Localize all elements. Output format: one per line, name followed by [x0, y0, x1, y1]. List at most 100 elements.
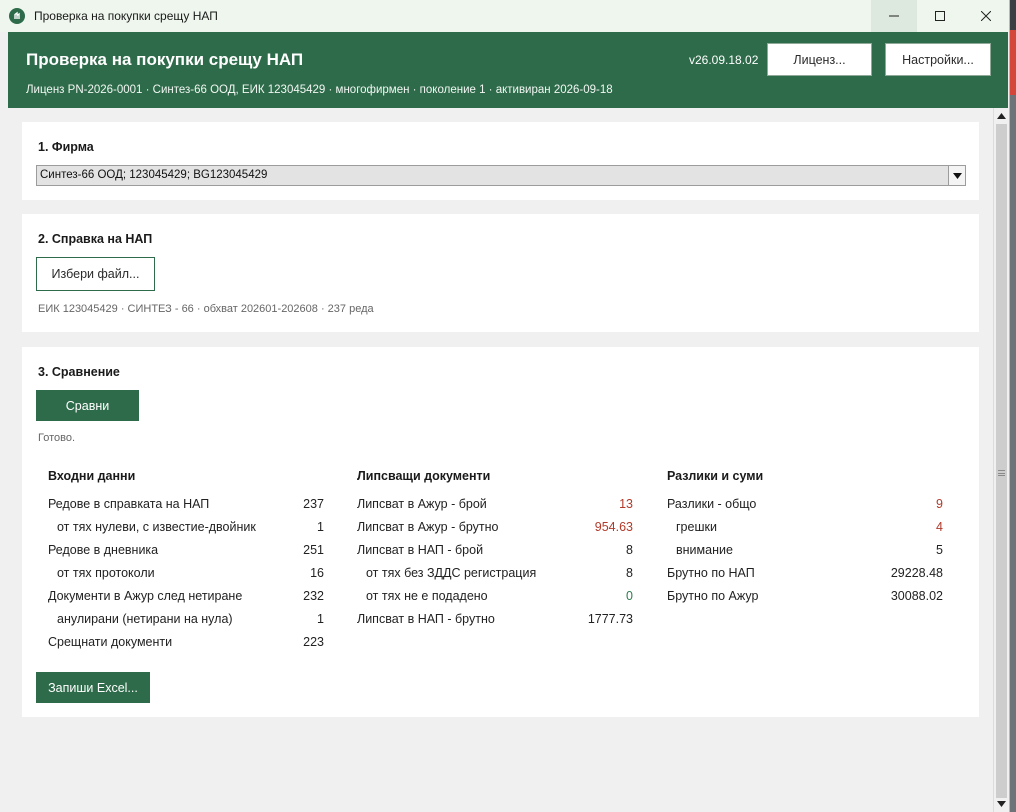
- summary-value: 8: [626, 543, 633, 557]
- close-button[interactable]: [963, 0, 1009, 32]
- arrow-up-icon: [997, 113, 1006, 119]
- save-excel-button[interactable]: Запиши Excel...: [36, 672, 150, 703]
- summary-value: 9: [936, 497, 943, 511]
- arrow-down-icon: [997, 801, 1006, 807]
- comparison-section: 3. Сравнение Сравни Готово. Входни данни…: [22, 347, 979, 717]
- summary-value: 237: [303, 497, 324, 511]
- summary-row: Редове в дневника 251: [48, 543, 324, 566]
- summary-value: 13: [619, 497, 633, 511]
- input-data-column: Входни данни Редове в справката на НАП 237…: [48, 469, 324, 658]
- summary-row: Брутно по НАП 29228.48: [667, 566, 943, 589]
- summary-value: 16: [310, 566, 324, 580]
- summary-row: Липсват в НАП - брой 8: [357, 543, 633, 566]
- chevron-down-icon[interactable]: [948, 166, 965, 185]
- missing-documents-column: Липсващи документи Липсват в Ажур - брой 1…: [357, 469, 633, 635]
- summary-row: Разлики - общо 9: [667, 497, 943, 520]
- differences-column: Разлики и суми Разлики - общо 9 грешки 4 вним…: [667, 469, 943, 612]
- company-section: 1. Фирма Синтез-66 ООД; 123045429; BG123…: [22, 122, 979, 200]
- scroll-thumb[interactable]: [996, 124, 1007, 798]
- scroll-down-button[interactable]: [994, 797, 1009, 811]
- summary-label: грешки: [676, 520, 717, 534]
- compare-button[interactable]: Сравни: [36, 390, 139, 421]
- app-window: Проверка на покупки срещу НАП Проверка н…: [0, 0, 1010, 812]
- column-heading: Разлики и суми: [667, 469, 764, 483]
- scroll-up-button[interactable]: [994, 109, 1009, 123]
- minimize-icon: [889, 15, 899, 17]
- summary-row: от тях нулеви, с известие-двойник 1: [48, 520, 324, 543]
- summary-row: анулирани (нетирани на нула) 1: [48, 612, 324, 635]
- company-section-title: 1. Фирма: [38, 140, 94, 154]
- summary-label: Липсват в Ажур - брой: [357, 497, 487, 511]
- summary-value: 1777.73: [587, 612, 633, 626]
- summary-label: Липсват в НАП - брутно: [357, 612, 495, 626]
- summary-value: 1: [317, 612, 324, 626]
- summary-label: от тях протоколи: [57, 566, 155, 580]
- summary-row: от тях не е подадено 0: [357, 589, 633, 612]
- company-select-value: Синтез-66 ООД; 123045429; BG123045429: [40, 169, 268, 181]
- summary-value: 8: [626, 566, 633, 580]
- summary-label: Брутно по НАП: [667, 566, 755, 580]
- summary-value: 1: [317, 520, 324, 534]
- summary-value: 232: [303, 589, 324, 603]
- summary-value: 5: [936, 543, 943, 557]
- column-heading: Входни данни: [48, 469, 136, 483]
- nra-report-section: 2. Справка на НАП Избери файл... ЕИК 123…: [22, 214, 979, 332]
- app-title: Проверка на покупки срещу НАП: [26, 50, 304, 69]
- summary-label: от тях без ЗДДС регистрация: [366, 566, 537, 580]
- column-heading: Липсващи документи: [357, 469, 491, 483]
- summary-row: Срещнати документи 223: [48, 635, 324, 658]
- summary-value: 4: [936, 520, 943, 534]
- summary-label: Документи в Ажур след нетиране: [48, 589, 243, 603]
- summary-label: внимание: [676, 543, 733, 557]
- settings-button[interactable]: Настройки...: [885, 43, 991, 76]
- company-select[interactable]: Синтез-66 ООД; 123045429; BG123045429: [36, 165, 966, 186]
- summary-row: грешки 4: [667, 520, 943, 543]
- vertical-scrollbar[interactable]: [993, 108, 1008, 812]
- summary-label: Срещнати документи: [48, 635, 173, 649]
- summary-label: Липсват в НАП - брой: [357, 543, 484, 557]
- window-titlebar[interactable]: Проверка на покупки срещу НАП: [0, 0, 1009, 32]
- summary-row: Липсват в Ажур - брой 13: [357, 497, 633, 520]
- summary-label: от тях нулеви, с известие-двойник: [57, 520, 256, 534]
- summary-value: 0: [626, 589, 633, 603]
- summary-label: Липсват в Ажур - брутно: [357, 520, 499, 534]
- main-content: 1. Фирма Синтез-66 ООД; 123045429; BG123…: [8, 108, 993, 812]
- comparison-section-title: 3. Сравнение: [38, 365, 120, 379]
- summary-row: Липсват в Ажур - брутно 954.63: [357, 520, 633, 543]
- desktop-background: [1010, 0, 1016, 812]
- summary-row: Редове в справката на НАП 237: [48, 497, 324, 520]
- window-title: Проверка на покупки срещу НАП: [34, 9, 218, 23]
- maximize-icon: [935, 11, 945, 21]
- summary-row: Липсват в НАП - брутно 1777.73: [357, 612, 633, 635]
- file-info: ЕИК 123045429 · СИНТЕЗ - 66 · обхват 202…: [38, 303, 374, 315]
- nra-report-section-title: 2. Справка на НАП: [38, 232, 153, 246]
- app-version: v26.09.18.02: [689, 53, 759, 67]
- app-logo-icon: [9, 8, 25, 24]
- status-text: Готово.: [38, 432, 76, 444]
- summary-row: Документи в Ажур след нетиране 232: [48, 589, 324, 612]
- summary-value: 223: [303, 635, 324, 649]
- summary-row: от тях протоколи 16: [48, 566, 324, 589]
- app-header: Проверка на покупки срещу НАП Лиценз PN-…: [8, 32, 1008, 108]
- summary-value: 30088.02: [890, 589, 943, 603]
- summary-label: Разлики - общо: [667, 497, 757, 511]
- close-icon: [981, 11, 991, 21]
- summary-row: от тях без ЗДДС регистрация 8: [357, 566, 633, 589]
- summary-label: Редове в дневника: [48, 543, 159, 557]
- summary-label: Редове в справката на НАП: [48, 497, 210, 511]
- summary-row: Брутно по Ажур 30088.02: [667, 589, 943, 612]
- grip-icon: [998, 470, 1005, 476]
- maximize-button[interactable]: [917, 0, 963, 32]
- summary-label: Брутно по Ажур: [667, 589, 759, 603]
- license-info: Лиценз PN-2026-0001 · Синтез-66 ООД, ЕИК…: [26, 84, 613, 96]
- summary-value: 29228.48: [890, 566, 943, 580]
- choose-file-button[interactable]: Избери файл...: [36, 257, 155, 291]
- license-button[interactable]: Лиценз...: [767, 43, 872, 76]
- minimize-button[interactable]: [871, 0, 917, 32]
- summary-label: анулирани (нетирани на нула): [57, 612, 233, 626]
- summary-value: 251: [303, 543, 324, 557]
- summary-row: внимание 5: [667, 543, 943, 566]
- summary-label: от тях не е подадено: [366, 589, 488, 603]
- window-controls: [871, 0, 1009, 32]
- summary-value: 954.63: [594, 520, 633, 534]
